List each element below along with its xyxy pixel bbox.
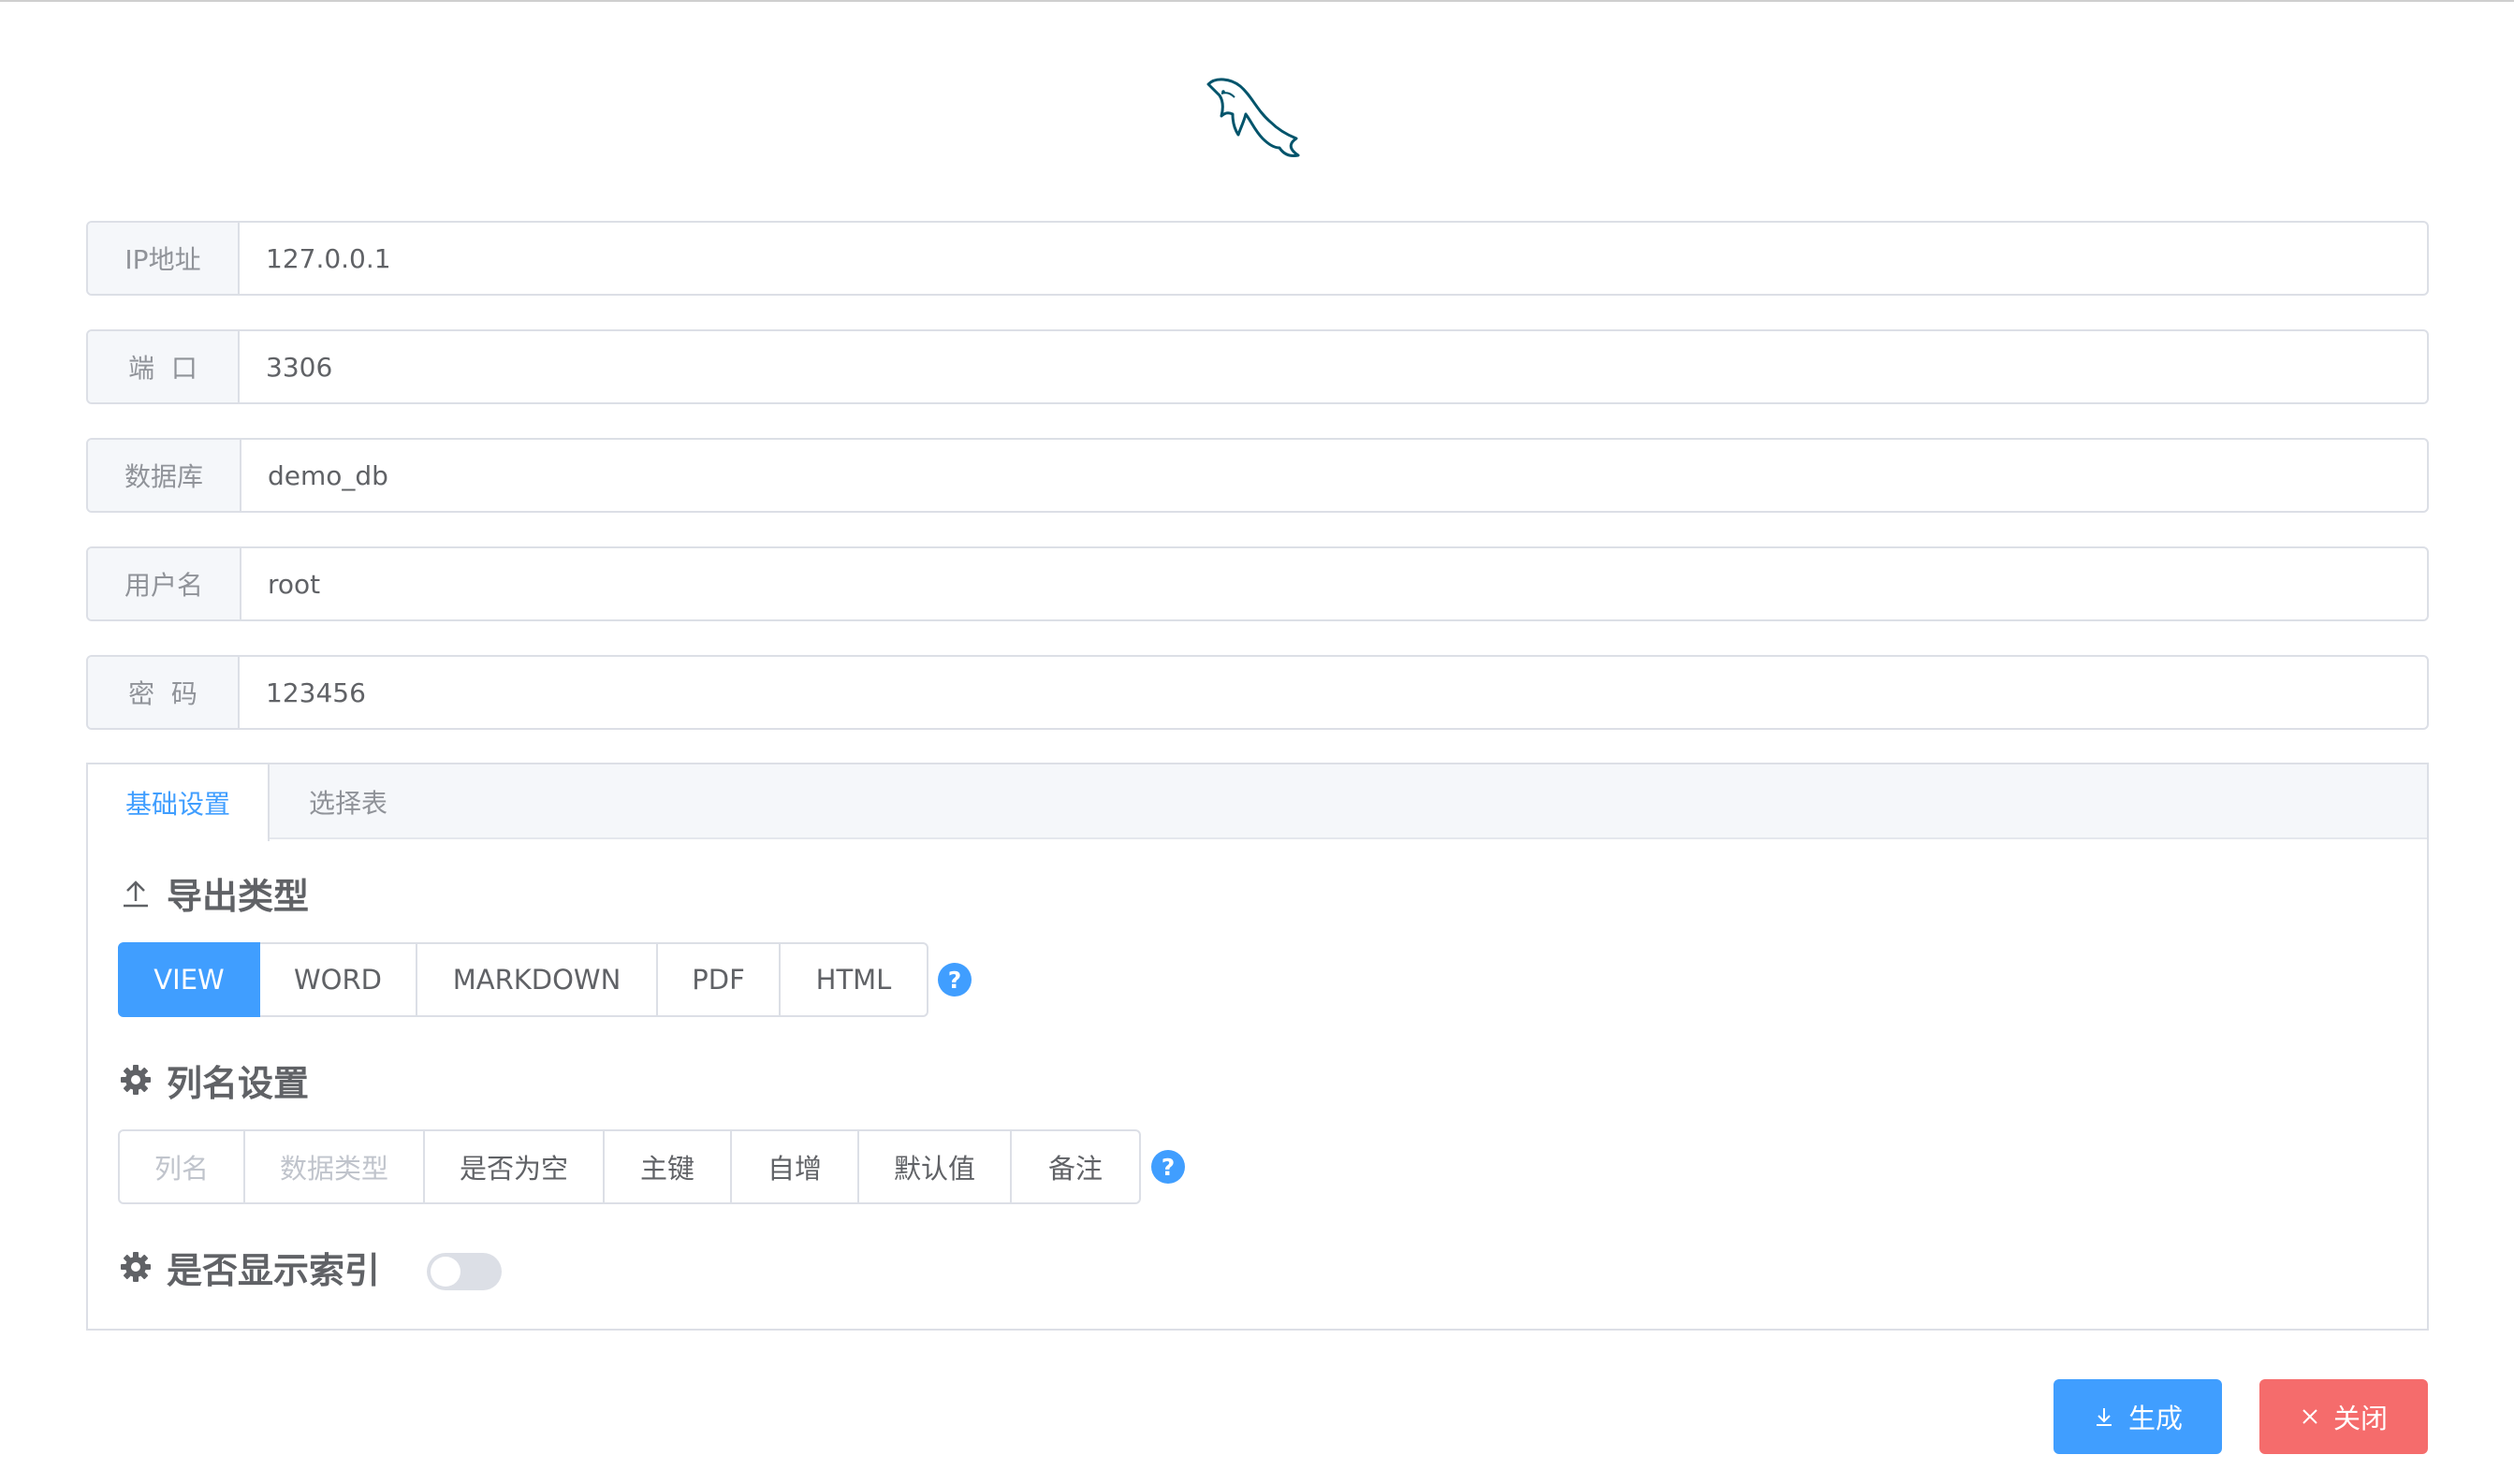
- port-input[interactable]: 3306: [240, 331, 2427, 402]
- password-field[interactable]: 密 码 123456: [86, 655, 2429, 730]
- username-label: 用户名: [88, 548, 241, 619]
- show-index-label: 是否显示索引: [167, 1249, 381, 1291]
- database-field[interactable]: 数据库 demo_db: [86, 438, 2429, 513]
- mysql-dolphin-logo: [1206, 78, 1300, 157]
- database-input[interactable]: demo_db: [241, 440, 2427, 511]
- column-auto-increment-checkbox[interactable]: 自增: [730, 1129, 859, 1204]
- show-index-switch[interactable]: [427, 1253, 502, 1290]
- export-type-title: 导出类型: [118, 869, 310, 917]
- export-html-button[interactable]: HTML: [779, 942, 928, 1017]
- port-label: 端 口: [88, 331, 240, 402]
- export-view-button[interactable]: VIEW: [118, 942, 260, 1017]
- ip-address-input[interactable]: 127.0.0.1: [240, 223, 2427, 294]
- gear-icon: [118, 1249, 153, 1285]
- export-type-label: 导出类型: [167, 875, 310, 917]
- column-nullable-checkbox[interactable]: 是否为空: [423, 1129, 605, 1204]
- port-field[interactable]: 端 口 3306: [86, 329, 2429, 404]
- column-type-checkbox: 数据类型: [243, 1129, 425, 1204]
- export-pdf-button[interactable]: PDF: [656, 942, 781, 1017]
- show-index-title: 是否显示索引: [118, 1244, 381, 1291]
- upload-icon: [118, 875, 153, 910]
- columns-help-icon[interactable]: ?: [1151, 1150, 1185, 1184]
- column-settings-label: 列名设置: [167, 1062, 310, 1104]
- password-label: 密 码: [88, 657, 240, 728]
- column-primary-key-checkbox[interactable]: 主键: [603, 1129, 732, 1204]
- ip-address-field[interactable]: IP地址 127.0.0.1: [86, 221, 2429, 296]
- username-field[interactable]: 用户名 root: [86, 546, 2429, 621]
- close-button[interactable]: 关闭: [2259, 1379, 2428, 1454]
- column-name-checkbox: 列名: [118, 1129, 245, 1204]
- tab-basic-settings[interactable]: 基础设置: [88, 764, 270, 841]
- generate-button[interactable]: 生成: [2054, 1379, 2222, 1454]
- export-type-group: VIEW WORD MARKDOWN PDF HTML: [118, 942, 928, 1017]
- ip-address-label: IP地址: [88, 223, 240, 294]
- tab-select-tables[interactable]: 选择表: [270, 764, 427, 839]
- settings-tabs-card: 基础设置 选择表 导出类型 VIEW WORD MARKDOWN PDF HTM…: [86, 763, 2429, 1331]
- column-comment-checkbox[interactable]: 备注: [1010, 1129, 1141, 1204]
- switch-knob: [431, 1257, 460, 1287]
- column-settings-title: 列名设置: [118, 1056, 310, 1104]
- export-markdown-button[interactable]: MARKDOWN: [416, 942, 658, 1017]
- column-default-value-checkbox[interactable]: 默认值: [857, 1129, 1012, 1204]
- close-label: 关闭: [2332, 1403, 2388, 1434]
- generate-label: 生成: [2127, 1403, 2183, 1434]
- username-input[interactable]: root: [241, 548, 2427, 619]
- password-input[interactable]: 123456: [240, 657, 2427, 728]
- column-options-group: 列名 数据类型 是否为空 主键 自增 默认值 备注: [118, 1129, 1141, 1204]
- download-icon: [2093, 1405, 2115, 1428]
- top-border: [0, 0, 2514, 2]
- export-help-icon[interactable]: ?: [938, 963, 972, 997]
- dialog: IP地址 127.0.0.1 端 口 3306 数据库 demo_db 用户名 …: [0, 0, 2514, 1484]
- database-label: 数据库: [88, 440, 241, 511]
- close-icon: [2300, 1406, 2320, 1427]
- tab-header: 基础设置 选择表: [88, 764, 2427, 841]
- export-word-button[interactable]: WORD: [258, 942, 417, 1017]
- gear-icon: [118, 1062, 153, 1098]
